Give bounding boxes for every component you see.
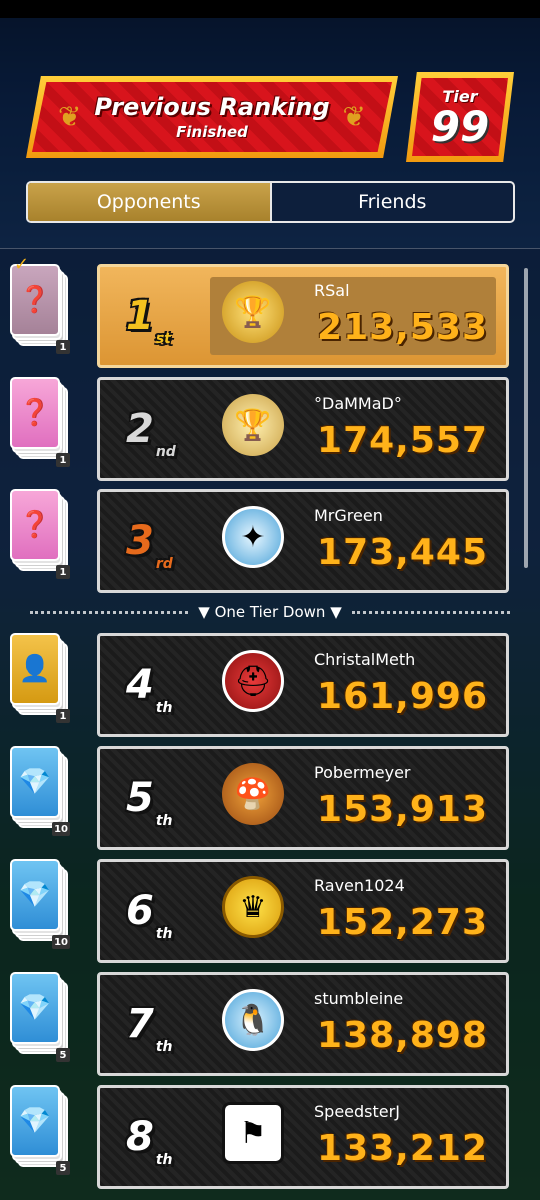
player-name: MrGreen	[314, 506, 383, 525]
reward-pack[interactable]: 💎 5	[10, 972, 70, 1062]
laurel-right-icon: ❦	[342, 100, 366, 133]
ranking-row[interactable]: 💎 10 5th 🍄 Pobermeyer 153,913	[0, 746, 540, 850]
rank-label: 6th	[126, 888, 173, 942]
reward-pack[interactable]: 💎 10	[10, 746, 70, 836]
luigi-card-icon: 👤	[10, 633, 60, 705]
ranking-row[interactable]: 💎 10 6th ♛ Raven1024 152,273	[0, 859, 540, 963]
reward-count: 10	[52, 935, 70, 949]
trophy-silver-icon: 🏆	[222, 394, 284, 456]
player-score: 213,533	[317, 307, 488, 348]
ranking-row[interactable]: ❓ 1 3rd ✦ MrGreen 173,445	[0, 489, 540, 593]
player-entry[interactable]: 8th ⚑ SpeedsterJ 133,212	[97, 1085, 509, 1189]
player-name: stumbleine	[314, 989, 404, 1008]
ranking-row[interactable]: ❓ 1 ✓ 1st 🏆 RSal 213,533	[0, 254, 540, 368]
rubies-icon: 💎	[10, 859, 60, 931]
reward-count: 1	[56, 453, 70, 467]
player-score: 152,273	[317, 902, 488, 943]
reward-count: 5	[56, 1048, 70, 1062]
penguin-icon: 🐧	[222, 989, 284, 1051]
ranking-row[interactable]: ❓ 1 2nd 🏆 °DaMMaD° 174,557	[0, 377, 540, 481]
mario-kart-logo-icon: ⛑	[222, 650, 284, 712]
reward-pack[interactable]: 💎 10	[10, 859, 70, 949]
player-entry[interactable]: 2nd 🏆 °DaMMaD° 174,557	[97, 377, 509, 481]
ranking-row[interactable]: 👤 1 4th ⛑ ChristalMeth 161,996	[0, 633, 540, 737]
ranking-tabs: Opponents Friends	[26, 181, 515, 223]
laurel-left-icon: ❦	[58, 100, 82, 133]
crown-icon: ♛	[222, 876, 284, 938]
reward-count: 1	[56, 709, 70, 723]
player-name: SpeedsterJ	[314, 1102, 400, 1121]
rank-label: 2nd	[126, 406, 176, 460]
rubies-icon: 💎	[10, 746, 60, 818]
lap-2-icon: ⚑	[222, 1102, 284, 1164]
tier-badge: Tier 99	[406, 72, 514, 162]
ranking-row[interactable]: 💎 5 8th ⚑ SpeedsterJ 133,212	[0, 1085, 540, 1189]
claimed-check-icon: ✓	[14, 254, 30, 275]
reward-count: 5	[56, 1161, 70, 1175]
ruby-icon: 💎	[10, 972, 60, 1044]
rank-label: 8th	[126, 1114, 173, 1168]
status-bar	[0, 0, 540, 18]
item-box-icon: ❓	[10, 489, 60, 561]
rank-label: 4th	[126, 662, 173, 716]
player-entry[interactable]: 1st 🏆 RSal 213,533	[97, 264, 509, 368]
title-banner: ❦ Previous Ranking Finished ❦	[26, 76, 398, 158]
player-name: ChristalMeth	[314, 650, 416, 669]
player-entry[interactable]: 5th 🍄 Pobermeyer 153,913	[97, 746, 509, 850]
tier-down-label: ▼ One Tier Down ▼	[198, 603, 342, 621]
item-box-icon: ❓	[10, 377, 60, 449]
player-name: Pobermeyer	[314, 763, 411, 782]
player-score: 161,996	[317, 676, 488, 717]
player-entry[interactable]: 7th 🐧 stumbleine 138,898	[97, 972, 509, 1076]
player-score: 133,212	[317, 1128, 488, 1169]
rank-label: 5th	[126, 775, 173, 829]
player-score: 153,913	[317, 789, 488, 830]
reward-count: 1	[56, 565, 70, 579]
ruby-icon: 💎	[10, 1085, 60, 1157]
tier-divider: ▼ One Tier Down ▼	[30, 601, 511, 623]
player-name: RSal	[314, 281, 350, 300]
player-entry[interactable]: 4th ⛑ ChristalMeth 161,996	[97, 633, 509, 737]
amsterdam-sticker-icon: ✦	[222, 506, 284, 568]
player-score: 174,557	[317, 420, 488, 461]
trophy-gold-icon: 🏆	[222, 281, 284, 343]
tab-friends[interactable]: Friends	[272, 183, 514, 221]
player-score: 138,898	[317, 1015, 488, 1056]
ranking-row[interactable]: 💎 5 7th 🐧 stumbleine 138,898	[0, 972, 540, 1076]
page-subtitle: Finished	[176, 123, 248, 141]
reward-pack[interactable]: 👤 1	[10, 633, 70, 723]
rank-label: 1st	[126, 293, 171, 347]
reward-count: 1	[56, 340, 70, 354]
reward-pack[interactable]: ❓ 1 ✓	[10, 254, 70, 354]
player-entry[interactable]: 3rd ✦ MrGreen 173,445	[97, 489, 509, 593]
reward-count: 10	[52, 822, 70, 836]
reward-pack[interactable]: 💎 5	[10, 1085, 70, 1175]
reward-pack[interactable]: ❓ 1	[10, 489, 70, 579]
player-name: °DaMMaD°	[314, 394, 402, 413]
mushroom-icon: 🍄	[222, 763, 284, 825]
rank-label: 3rd	[126, 518, 173, 572]
reward-pack[interactable]: ❓ 1	[10, 377, 70, 467]
player-score: 173,445	[317, 532, 488, 573]
page-title: Previous Ranking	[94, 93, 330, 121]
player-name: Raven1024	[314, 876, 405, 895]
rank-label: 7th	[126, 1001, 173, 1055]
tab-opponents[interactable]: Opponents	[28, 183, 272, 221]
player-entry[interactable]: 6th ♛ Raven1024 152,273	[97, 859, 509, 963]
ranking-header: ❦ Previous Ranking Finished ❦ Tier 99	[26, 72, 514, 162]
tier-value: 99	[430, 101, 490, 151]
